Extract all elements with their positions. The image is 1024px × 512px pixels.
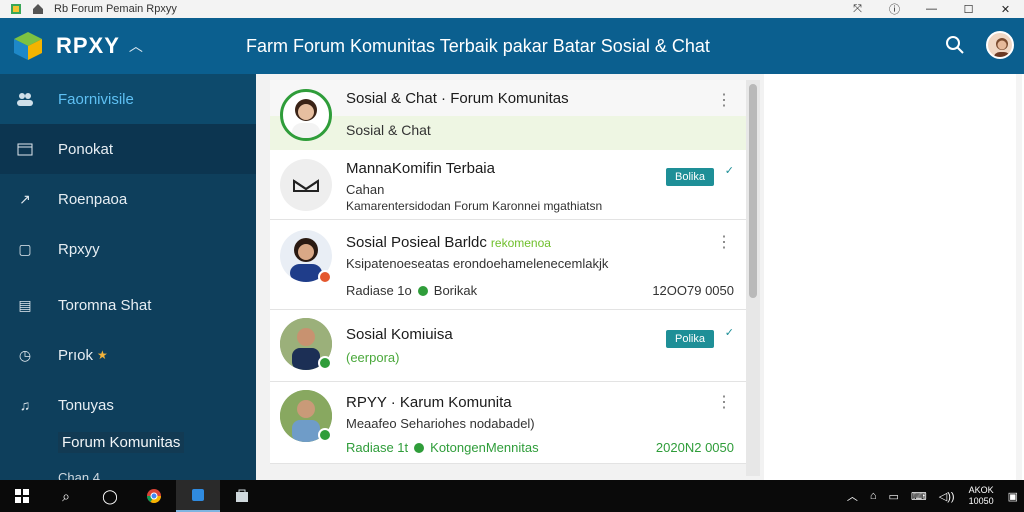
chrome-icon[interactable] [132,480,176,512]
sidebar-sub-label[interactable]: Forum Komunitas [58,432,185,453]
inbox-icon: ▤ [18,296,32,313]
chat-name: MannaKomifin Terbaia [346,160,495,177]
star-icon: ★ [97,348,108,362]
status-badge[interactable]: Polika [666,330,714,348]
close-button[interactable]: ✕ [987,0,1024,18]
taskbar: ⌕ ◯ ︿ ⌂ ▭ ⌨ ◁)) AKOK 10050 ▣ [0,480,1024,512]
search-icon[interactable] [938,28,972,62]
app-header: RPXY ︿ Farm Forum Komunitas Terbaik paka… [0,18,1024,74]
taskbar-clock[interactable]: AKOK 10050 [969,485,994,507]
page-title: Farm Forum Komunitas Terbaik pakar Batar… [246,35,710,56]
sidebar-item-label: Prıok [58,346,94,364]
status-badge[interactable]: Bolika [666,168,714,186]
list-item[interactable]: Sosial Posieal Barldc rekomenoa Ksipateno… [270,220,746,310]
share-icon: ↗ [19,190,31,207]
store-icon[interactable] [220,480,264,512]
sidebar: Faornivisile Ponokat ↗ Roenpaoa ▢ Rpxyy … [0,74,256,485]
clock-time: AKOK [968,485,994,495]
network-icon[interactable]: ⌂ [870,490,877,502]
battery-icon[interactable]: ▭ [888,490,898,503]
system-tray: ︿ ⌂ ▭ ⌨ ◁)) AKOK 10050 ▣ [841,480,1024,512]
app-logo[interactable]: RPXY ︿ [12,30,232,62]
volume-icon[interactable]: ◁)) [939,490,955,503]
online-dot-icon [414,442,425,453]
chat-sub: Sosial & Chat [346,122,431,138]
selected-highlight [270,116,746,150]
chat-preview: Meaafeo Sehariohes nodabadel) [346,416,535,431]
window-titlebar: Rb Forum Pemain Rpxyy ⤧ ⓘ — ☐ ✕ [0,0,1024,18]
chat-name: Sosial Komiuisa [346,326,453,343]
scroll-thumb[interactable] [749,84,757,298]
more-options-icon[interactable]: ⋮ [716,90,732,110]
sidebar-item-label: Ponokat [58,140,114,158]
more-options-icon[interactable]: ⋮ [716,392,732,412]
sidebar-item-label: Faornivisile [58,90,134,108]
chevron-up-tray-icon[interactable]: ︿ [847,488,858,504]
chat-preview: Kamarentersidodan Forum Karonnei mgathia… [346,199,603,213]
sidebar-item-5[interactable]: ◷ Prıok ★ [0,330,256,380]
info-icon[interactable]: ⓘ [876,0,913,18]
sidebar-item-label: Rpxyy [58,240,100,258]
list-item[interactable]: Sosial & Chat · Forum Komunitas Sosial &… [270,80,746,150]
sidebar-item-1[interactable]: Ponokat [0,124,256,174]
sidebar-item-6[interactable]: ♫ Tonuyas [0,380,256,430]
chat-icon: ▢ [18,240,32,257]
share-window-icon[interactable]: ⤧ [839,0,876,18]
sidebar-item-0[interactable]: Faornivisile [0,74,256,124]
user-avatar[interactable] [986,31,1014,59]
clock-date: 10050 [968,496,994,506]
chevron-up-icon[interactable]: ︿ [126,36,146,56]
chat-time: 2020N2 0050 [655,440,734,455]
avatar [280,159,332,211]
list-scrollbar[interactable] [746,80,760,476]
sidebar-item-2[interactable]: ↗ Roenpaoa [0,174,256,224]
app-window-icon [10,3,22,15]
window-title: Rb Forum Pemain Rpxyy [54,3,177,15]
chat-preview: Ksipatenoeseatas erondoehamelenecemlakjk [346,256,609,271]
status-dot-icon [318,356,332,370]
chat-tag: rekomenoa [490,236,551,250]
sidebar-item-label: Tonuyas [58,396,114,414]
sidebar-item-label: Roenpaoa [58,190,128,208]
list-item[interactable]: RPYY · Karum Komunita Meaafeo Sehariohes… [270,382,746,464]
sidebar-item-3[interactable]: ▢ Rpxyy [0,224,256,274]
notification-icon[interactable]: ▣ [1008,490,1018,503]
group-icon [16,90,34,108]
calendar-icon [16,140,34,158]
logo-text: RPXY [56,33,120,58]
sidebar-item-label: Toromna Shat [58,296,152,314]
task-view-icon[interactable]: ◯ [88,480,132,512]
home-icon[interactable] [32,3,44,15]
status-dot-icon [318,270,332,284]
detail-scrollbar[interactable] [1016,74,1022,480]
sidebar-item-4[interactable]: ▤ Toromna Shat [0,280,256,330]
avatar [280,89,332,141]
chat-list: Sosial & Chat · Forum Komunitas Sosial &… [256,74,764,480]
detail-pane [764,74,1024,480]
online-dot-icon [417,285,428,296]
logo-cube-icon [12,30,44,62]
chat-name: Sosial & Chat · Forum Komunitas [346,90,569,107]
keyboard-icon[interactable]: ⌨ [911,490,927,503]
list-item[interactable]: MannaKomifin Terbaia Cahan Kamarentersid… [270,150,746,220]
chat-name: Sosial Posieal Barldc rekomenoa [346,234,551,251]
more-options-icon[interactable]: ⋮ [716,232,732,252]
app-taskbar-icon[interactable] [176,480,220,512]
chat-meta: Radiase 1t KotongenMennitas [346,440,539,455]
list-item[interactable]: Sosial Komiuisa (eerpora) Polika ✓ [270,310,746,382]
maximize-button[interactable]: ☐ [950,0,987,18]
windows-start-icon[interactable] [0,480,44,512]
music-icon: ♫ [19,397,31,413]
chat-time: 12OO79 0050 [652,283,734,298]
chat-sub: (eerpora) [346,350,400,365]
verified-icon: ✓ [724,165,734,177]
taskbar-search-icon[interactable]: ⌕ [44,480,88,512]
clock-icon: ◷ [18,346,32,363]
chat-meta: Radiase 1o Borikak [346,283,478,298]
chat-sub: Cahan [346,182,385,197]
status-dot-icon [318,428,332,442]
verified-icon: ✓ [724,327,734,339]
chat-name: RPYY · Karum Komunita [346,394,512,411]
minimize-button[interactable]: — [913,0,950,18]
